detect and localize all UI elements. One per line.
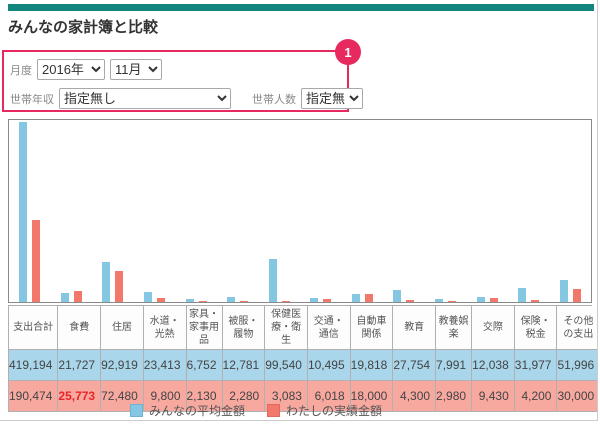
actual-bar — [323, 299, 331, 302]
average-value-cell: 31,977 — [515, 350, 558, 381]
average-legend-label: みんなの平均金額 — [149, 402, 245, 419]
average-value-cell: 419,194 — [9, 350, 58, 381]
avg-bar — [560, 280, 568, 302]
household-filter-row: 世帯年収 指定無し 世帯人数 指定無し — [10, 88, 368, 109]
actual-bar — [74, 291, 82, 302]
legend-item-average: みんなの平均金額 — [130, 402, 245, 419]
bar-group — [466, 120, 508, 302]
bar-group — [9, 120, 51, 302]
page-title: みんなの家計簿と比較 — [8, 16, 158, 37]
bar-group — [92, 120, 134, 302]
avg-bar — [144, 292, 152, 302]
household-size-select[interactable]: 指定無し — [301, 88, 363, 109]
avg-bar — [269, 259, 277, 302]
actual-bar — [448, 301, 456, 302]
average-legend-swatch — [130, 404, 143, 417]
comparison-table: 支出合計食費住居水道・光熱家具・家事用品被服・履物保健医療・衛生交通・通信自動車… — [8, 305, 592, 412]
actual-bar — [240, 301, 248, 302]
actual-bar — [157, 298, 165, 302]
header-cell: 教育 — [393, 306, 436, 350]
actual-legend-swatch — [267, 404, 280, 417]
avg-bar — [61, 293, 69, 302]
bar-group — [508, 120, 550, 302]
legend-item-actual: わたしの実績金額 — [267, 402, 382, 419]
average-value-cell: 21,727 — [58, 350, 101, 381]
bar-group — [300, 120, 342, 302]
header-cell: 交際 — [472, 306, 515, 350]
actual-value-cell: 30,000 — [557, 381, 598, 412]
month-filter-row: 月度 2016年 11月 — [10, 59, 167, 80]
avg-bar — [477, 297, 485, 302]
average-value-cell: 23,413 — [144, 350, 187, 381]
actual-bar — [531, 300, 539, 302]
header-cell: 住居 — [101, 306, 144, 350]
average-value-cell: 92,919 — [101, 350, 144, 381]
bar-group — [258, 120, 300, 302]
header-cell: 保健医療・衛生 — [265, 306, 308, 350]
filter-box: 1 月度 2016年 11月 世帯年収 指定無し 世帯人数 指定無し — [2, 50, 349, 112]
bar-group — [342, 120, 384, 302]
header-cell: 教養娯楽 — [436, 306, 472, 350]
comparison-bar-chart — [8, 119, 592, 303]
average-value-cell: 27,754 — [393, 350, 436, 381]
household-income-select[interactable]: 指定無し — [59, 88, 231, 109]
bar-group — [550, 120, 592, 302]
actual-legend-label: わたしの実績金額 — [286, 402, 382, 419]
average-value-cell: 51,996 — [557, 350, 598, 381]
avg-bar — [102, 262, 110, 302]
average-value-cell: 12,781 — [223, 350, 266, 381]
actual-bar — [406, 300, 414, 302]
step-badge: 1 — [335, 39, 361, 65]
actual-bar — [573, 289, 581, 302]
actual-bar — [199, 301, 207, 302]
average-value-cell: 12,038 — [472, 350, 515, 381]
avg-bar — [19, 122, 27, 302]
average-value-cell: 10,495 — [308, 350, 351, 381]
avg-bar — [435, 299, 443, 302]
avg-bar — [310, 298, 318, 302]
actual-bar — [115, 271, 123, 302]
header-cell: 被服・履物 — [223, 306, 266, 350]
average-value-cell: 99,540 — [265, 350, 308, 381]
header-cell: 食費 — [58, 306, 101, 350]
bar-group — [175, 120, 217, 302]
chart-legend: みんなの平均金額 わたしの実績金額 — [0, 402, 512, 419]
avg-bar — [352, 294, 360, 302]
bar-group — [217, 120, 259, 302]
bar-group — [51, 120, 93, 302]
bar-group — [425, 120, 467, 302]
year-select[interactable]: 2016年 — [37, 59, 105, 80]
household-income-label: 世帯年収 — [10, 91, 54, 107]
month-period-label: 月度 — [10, 62, 32, 78]
budget-compare-panel: みんなの家計簿と比較 1 月度 2016年 11月 世帯年収 指定無し 世帯人数… — [0, 0, 598, 421]
header-cell: その他の支出 — [557, 306, 598, 350]
month-select[interactable]: 11月 — [110, 59, 162, 80]
average-value-cell: 6,752 — [187, 350, 223, 381]
bar-group — [383, 120, 425, 302]
header-cell: 家具・家事用品 — [187, 306, 223, 350]
avg-bar — [227, 297, 235, 302]
actual-bar — [32, 220, 40, 302]
header-cell: 水道・光熱 — [144, 306, 187, 350]
header-cell: 自動車関係 — [351, 306, 394, 350]
actual-bar — [365, 294, 373, 302]
header-cell: 保険・税金 — [515, 306, 558, 350]
top-accent-bar — [8, 4, 594, 11]
average-value-cell: 7,991 — [436, 350, 472, 381]
avg-bar — [518, 288, 526, 302]
actual-bar — [282, 301, 290, 302]
header-cell: 支出合計 — [9, 306, 58, 350]
bar-group — [134, 120, 176, 302]
avg-bar — [186, 299, 194, 302]
actual-value-cell: 4,200 — [515, 381, 558, 412]
actual-bar — [490, 298, 498, 302]
avg-bar — [393, 290, 401, 302]
header-cell: 交通・通信 — [308, 306, 351, 350]
average-value-cell: 19,818 — [351, 350, 394, 381]
household-size-label: 世帯人数 — [252, 91, 296, 107]
